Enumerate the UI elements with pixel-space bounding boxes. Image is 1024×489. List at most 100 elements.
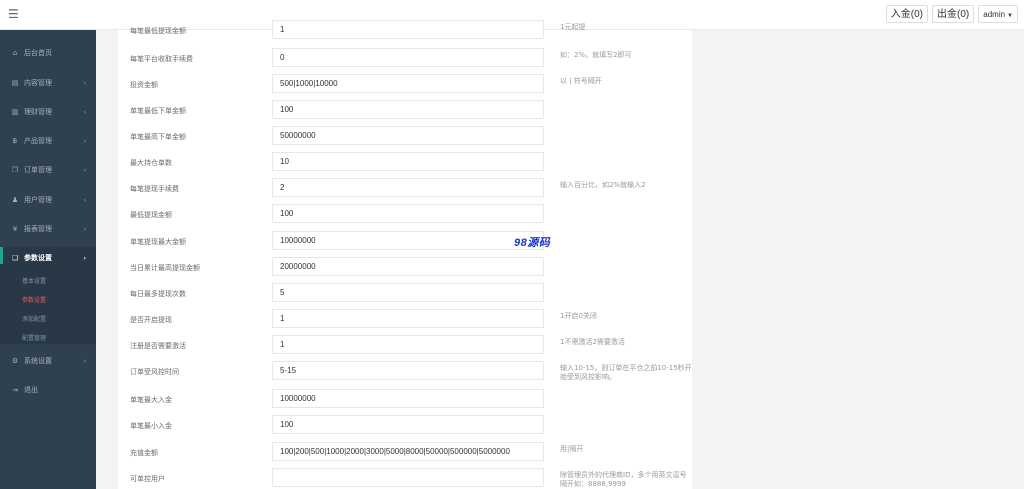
- platform-fee-input[interactable]: 0: [272, 48, 544, 67]
- chevron-right-icon: ›: [83, 137, 86, 145]
- form-row: 每笔最低提现金额 1 1元起提: [118, 20, 692, 42]
- chevron-right-icon: ›: [83, 166, 86, 174]
- settings-form: 每笔最低提现金额 1 1元起提 每笔平台收取手续费 0 如：2%，就填写2即可 投资金额…: [118, 20, 692, 489]
- min-deposit-input[interactable]: 100: [272, 415, 544, 434]
- form-row: 最大持仓单数 10: [118, 152, 692, 174]
- daily-withdraw-count-input[interactable]: 5: [272, 283, 544, 302]
- sidebar-item-logout[interactable]: ⇥ 退出: [0, 379, 96, 401]
- menu-toggle-icon[interactable]: ☰: [8, 8, 20, 20]
- main-content: 每笔最低提现金额 1 1元起提 每笔平台收取手续费 0 如：2%，就填写2即可 投资金额…: [96, 20, 1024, 489]
- max-positions-input[interactable]: 10: [272, 152, 544, 171]
- field-help: 除管理员外的代理商ID，多个用英文逗号隔开如：8888,9999: [560, 471, 687, 488]
- field-label: 充值金额: [130, 449, 158, 457]
- sidebar-item-content[interactable]: ▤ 内容管理 ›: [0, 72, 96, 94]
- form-row: 注册是否需要激活 1 1不需激活2需要激活: [118, 335, 692, 357]
- form-row: 充值金额 100|200|500|1000|2000|3000|5000|8000…: [118, 442, 692, 464]
- sidebar-item-label: 退出: [24, 386, 38, 394]
- chevron-right-icon: ›: [83, 225, 86, 233]
- chevron-right-icon: ›: [83, 196, 86, 204]
- field-label: 订单受风控时间: [130, 368, 179, 376]
- daily-max-withdraw-input[interactable]: 20000000: [272, 257, 544, 276]
- form-row: 每笔提现手续费 2 输入百分比，如2%就输入2: [118, 178, 692, 200]
- field-label: 可单控用户: [130, 475, 165, 483]
- form-row: 单笔最高下单金额 50000000: [118, 126, 692, 148]
- user-menu-button[interactable]: admin ▼: [978, 5, 1018, 23]
- field-help: 如：2%，就填写2即可: [560, 51, 632, 59]
- yen-icon: ¥: [12, 225, 18, 233]
- field-label: 当日累计最高提现金额: [130, 264, 200, 272]
- form-row: 最低提现金额 100: [118, 204, 692, 226]
- risk-control-time-input[interactable]: 5-15: [272, 361, 544, 380]
- field-label: 注册是否需要激活: [130, 342, 186, 350]
- form-row: 订单受风控时间 5-15 输入10-15，则订单在平仓之前10-15秒开始受到风控影…: [118, 361, 692, 383]
- field-label: 每笔提现手续费: [130, 185, 179, 193]
- submenu-item-params[interactable]: 参数设置: [22, 295, 46, 304]
- sidebar-item-system[interactable]: ⚙ 系统设置 ›: [0, 350, 96, 372]
- sidebar-item-products[interactable]: ฿ 产品管理 ›: [0, 130, 96, 152]
- sidebar-item-orders[interactable]: ❐ 订单管理 ›: [0, 159, 96, 181]
- submenu-item-add-config[interactable]: 添加配置: [22, 314, 46, 323]
- min-withdraw-each-input[interactable]: 1: [272, 20, 544, 39]
- chevron-right-icon: ›: [83, 79, 86, 87]
- field-label: 最低提现金额: [130, 211, 172, 219]
- field-label: 最大持仓单数: [130, 159, 172, 167]
- field-help: 1元起提: [560, 23, 586, 31]
- user-name: admin: [983, 10, 1006, 19]
- field-label: 单笔最大入金: [130, 396, 172, 404]
- files-icon: ❏: [11, 254, 19, 262]
- field-help: 以 | 符号隔开: [560, 77, 602, 85]
- chevron-down-icon: ›: [83, 254, 86, 262]
- sidebar-item-users[interactable]: ♟ 用户管理 ›: [0, 189, 96, 211]
- form-row: 单笔提现最大金额 10000000: [118, 231, 692, 253]
- field-help: 输入10-15，则订单在平仓之前10-15秒开始受到风控影响。: [560, 364, 692, 381]
- recharge-amount-input[interactable]: 100|200|500|1000|2000|3000|5000|8000|500…: [272, 442, 544, 461]
- chevron-right-icon: ›: [83, 357, 86, 365]
- chevron-right-icon: ›: [83, 108, 86, 116]
- content-background: [692, 30, 1024, 489]
- field-label: 每笔平台收取手续费: [130, 55, 193, 63]
- form-row: 单笔最低下单金额 100: [118, 100, 692, 122]
- max-deposit-input[interactable]: 10000000: [272, 389, 544, 408]
- invest-amount-input[interactable]: 500|1000|10000: [272, 74, 544, 93]
- clipboard-icon: ▥: [11, 108, 19, 116]
- max-withdraw-each-input[interactable]: 10000000: [272, 231, 544, 250]
- withdraw-fee-input[interactable]: 2: [272, 178, 544, 197]
- controllable-users-input[interactable]: [272, 468, 544, 487]
- sidebar-item-reports[interactable]: ¥ 报表管理 ›: [0, 218, 96, 240]
- form-row: 每日最多提现次数 5: [118, 283, 692, 305]
- sidebar-item-home[interactable]: ⌂ 后台首页: [0, 42, 96, 64]
- submenu-item-config-manage[interactable]: 配置管理: [22, 333, 46, 342]
- sidebar-submenu: 基本设置 参数设置 添加配置 配置管理: [0, 264, 96, 344]
- withdraw-enabled-input[interactable]: 1: [272, 309, 544, 328]
- form-row: 可单控用户 除管理员外的代理商ID，多个用英文逗号隔开如：8888,9999: [118, 468, 692, 489]
- sidebar-item-label: 订单管理: [24, 166, 52, 174]
- sidebar-item-label: 理财管理: [24, 108, 52, 116]
- form-row: 当日累计最高提现金额 20000000: [118, 257, 692, 279]
- form-row: 单笔最小入金 100: [118, 415, 692, 437]
- field-label: 单笔最低下单金额: [130, 107, 186, 115]
- field-label: 每日最多提现次数: [130, 290, 186, 298]
- sidebar-item-label: 参数设置: [24, 254, 52, 262]
- sign-out-icon: ⇥: [12, 386, 18, 394]
- deposit-button[interactable]: 入金(0): [885, 5, 929, 23]
- field-label: 单笔最高下单金额: [130, 133, 186, 141]
- sidebar-item-label: 产品管理: [24, 137, 52, 145]
- submenu-item-basic[interactable]: 基本设置: [22, 276, 46, 285]
- max-order-amount-input[interactable]: 50000000: [272, 126, 544, 145]
- sidebar-item-label: 系统设置: [24, 357, 52, 365]
- field-label: 每笔最低提现金额: [130, 27, 186, 35]
- form-row: 是否开启提现 1 1开启0关闭: [118, 309, 692, 331]
- sidebar-item-finance[interactable]: ▥ 理财管理 ›: [0, 101, 96, 123]
- field-label: 单笔最小入金: [130, 422, 172, 430]
- sidebar-item-label: 报表管理: [24, 225, 52, 233]
- register-activation-input[interactable]: 1: [272, 335, 544, 354]
- field-label: 单笔提现最大金额: [130, 238, 186, 246]
- sidebar-item-label: 用户管理: [24, 196, 52, 204]
- withdraw-button[interactable]: 出金(0): [932, 5, 975, 23]
- form-row: 每笔平台收取手续费 0 如：2%，就填写2即可: [118, 48, 692, 70]
- min-order-amount-input[interactable]: 100: [272, 100, 544, 119]
- min-withdraw-input[interactable]: 100: [272, 204, 544, 223]
- sidebar-item-label: 内容管理: [24, 79, 52, 87]
- copy-icon: ❐: [11, 166, 19, 174]
- gears-icon: ⚙: [11, 357, 19, 365]
